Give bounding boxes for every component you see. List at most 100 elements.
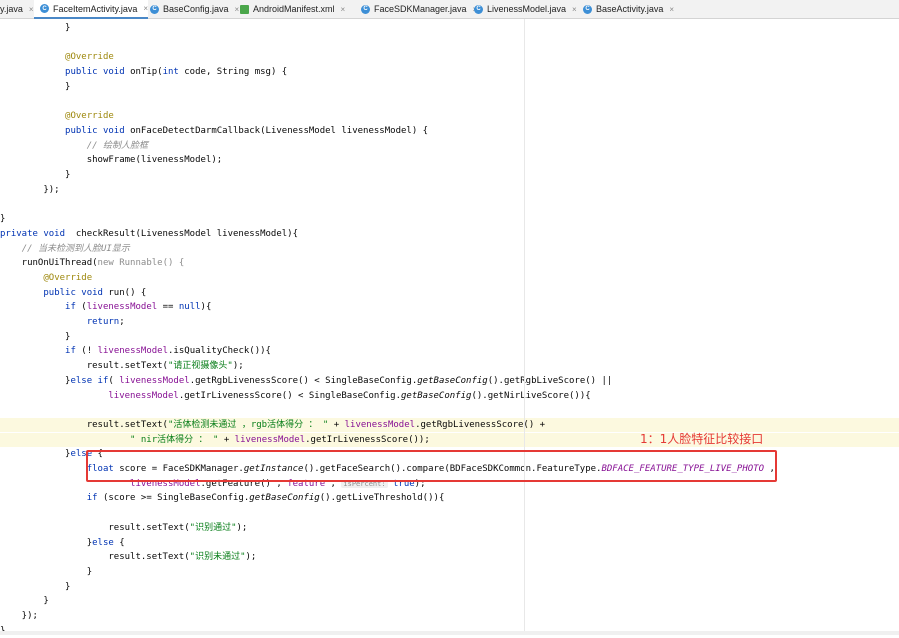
close-icon[interactable]: × xyxy=(669,5,674,14)
tab-baseconfig-java[interactable]: C BaseConfig.java × xyxy=(144,0,239,18)
horizontal-scrollbar[interactable] xyxy=(0,631,899,635)
code-token: } xyxy=(0,331,71,342)
code-line: if (score >= SingleBaseConfig.getBaseCon… xyxy=(0,491,899,505)
code-token: if xyxy=(86,493,103,504)
code-line: " nir活体得分 ： " + livenessModel.getIrLiven… xyxy=(0,432,899,447)
tab-livenessmodel-java[interactable]: C LivenessModel.java × xyxy=(468,0,577,18)
code-token: getBaseConfig xyxy=(249,493,320,504)
tab-label: AndroidManifest.xml xyxy=(253,4,335,14)
code-token: " nir活体得分 ： " xyxy=(130,434,219,445)
code-token: getBaseConfig xyxy=(417,375,488,386)
code-token: } xyxy=(0,449,71,460)
code-token: .isQualityCheck()){ xyxy=(168,346,271,357)
code-token: checkResult(LivenessModel livenessModel)… xyxy=(75,228,299,239)
code-token: ); xyxy=(245,552,257,563)
code-line: result.setText("活体检测未通过 ，rgb活体得分 ： " + l… xyxy=(0,417,899,432)
code-token: }); xyxy=(0,184,60,195)
tab-label: BaseActivity.java xyxy=(596,4,664,14)
java-class-icon: C xyxy=(150,4,159,14)
code-token: null xyxy=(178,302,201,313)
code-token: livenessModel xyxy=(344,419,416,430)
code-line: showFrame(livenessModel); xyxy=(0,153,899,167)
code-token: (! xyxy=(81,346,98,357)
code-line: // 绘制人脸框 xyxy=(0,139,899,153)
code-line: if (! livenessModel.isQualityCheck()){ xyxy=(0,344,899,358)
code-line: @Override xyxy=(0,271,899,285)
code-token: ().getLiveThreshold()){ xyxy=(319,493,445,504)
code-token: }); xyxy=(0,611,38,621)
code-token: } xyxy=(0,214,6,225)
code-line: result.setText("识别未通过"); xyxy=(0,550,899,564)
code-line: } xyxy=(0,168,899,182)
close-icon[interactable]: × xyxy=(29,5,34,14)
code-token: @Override xyxy=(43,272,93,283)
code-token: private void xyxy=(0,228,76,239)
code-token: .getIrLivenessScore()); xyxy=(305,434,430,445)
code-line: livenessModel.getIrLivenessScore() < Sin… xyxy=(0,389,899,403)
code-token: .getRgbLivenessScore() < SingleBaseConfi… xyxy=(189,375,418,386)
java-class-icon: C xyxy=(361,4,370,14)
code-line: }); xyxy=(0,183,899,197)
code-token: ); xyxy=(232,361,244,372)
code-token: } xyxy=(0,537,93,548)
code-editor[interactable]: } @Override public void onTip(int code, … xyxy=(0,19,899,636)
code-line: @Override xyxy=(0,109,899,123)
code-token: "请正视摄像头" xyxy=(167,361,233,372)
code-token: + xyxy=(218,434,235,445)
java-class-icon: C xyxy=(583,4,592,14)
code-token: } xyxy=(0,566,93,577)
code-line: }); xyxy=(0,609,899,623)
code-token: ); xyxy=(236,522,248,533)
close-icon[interactable]: × xyxy=(341,5,346,14)
code-token: else if xyxy=(70,375,109,386)
tab-baseactivity-java[interactable]: C BaseActivity.java × xyxy=(577,0,674,18)
code-token: result.setText( xyxy=(0,361,168,372)
xml-file-icon xyxy=(240,4,249,14)
code-token: ().getRgbLiveScore() || xyxy=(487,375,613,386)
code-token: } xyxy=(0,596,49,607)
tab-faceitemactivity-java[interactable]: C FaceItemActivity.java × xyxy=(34,0,149,19)
code-token: } xyxy=(0,581,71,592)
code-token: result.setText( xyxy=(0,522,190,533)
code-line: } xyxy=(0,580,899,594)
code-token: public void xyxy=(65,125,131,136)
code-token: ; xyxy=(119,317,125,327)
code-token: @Override xyxy=(65,111,114,122)
code-token: } xyxy=(0,170,71,180)
right-margin-guide xyxy=(524,19,525,631)
code-token: ().getNirLiveScore()){ xyxy=(471,390,591,401)
code-token: @Override xyxy=(65,52,114,63)
code-token: ){ xyxy=(200,302,212,313)
code-token: + xyxy=(328,419,345,430)
java-class-icon: C xyxy=(40,4,49,13)
code-token: public void xyxy=(43,287,109,298)
code-token: } xyxy=(0,375,71,386)
code-token: int xyxy=(162,67,185,78)
code-token: onFaceDetectDarmCallback(LivenessModel l… xyxy=(130,125,429,136)
code-token: if xyxy=(65,346,82,357)
code-token: showFrame(livenessModel); xyxy=(0,155,223,166)
code-token: return xyxy=(86,317,120,327)
code-token: run() { xyxy=(108,287,147,298)
code-token: livenessModel xyxy=(86,302,158,313)
tab-y-java[interactable]: y.java × xyxy=(0,0,34,18)
code-line: } xyxy=(0,594,899,608)
tab-androidmanifest-xml[interactable]: AndroidManifest.xml × xyxy=(234,0,345,18)
code-token: livenessModel xyxy=(108,390,179,401)
code-token: onTip( xyxy=(130,67,163,78)
tab-facesdkmanager-java[interactable]: CFaceSDKManager.java× xyxy=(355,0,477,18)
